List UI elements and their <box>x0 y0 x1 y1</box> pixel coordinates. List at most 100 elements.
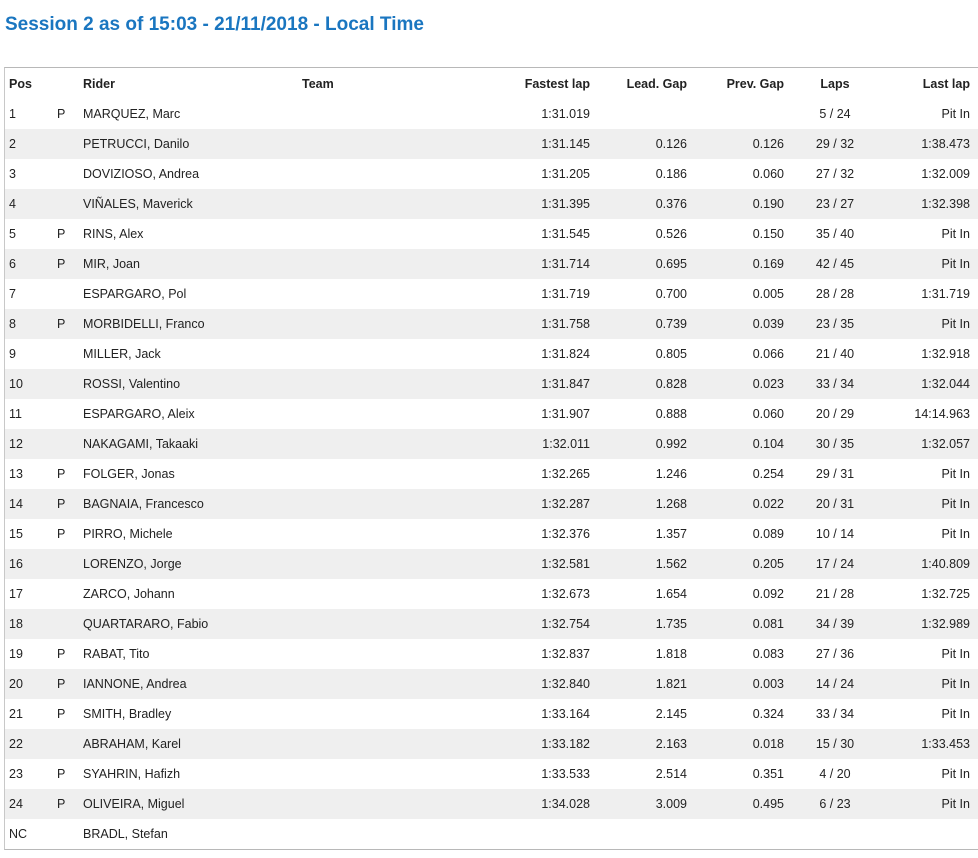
cell-pos: 18 <box>5 609 57 639</box>
cell-fastest-lap: 1:31.019 <box>541 107 590 121</box>
cell-rider: ESPARGARO, Aleix <box>83 407 195 421</box>
cell-pit-flag: P <box>57 467 66 481</box>
cell-last-lap: Pit In <box>941 107 971 121</box>
cell-team <box>302 699 487 729</box>
cell-lead-gap: 0.700 <box>655 287 687 301</box>
cell-pit-flag <box>57 579 83 609</box>
header-fastest-lap: Fastest lap <box>524 76 590 91</box>
cell-team <box>302 819 487 849</box>
results-table-body: 1 P MARQUEZ, Marc 1:31.019 5 / 24 Pit In 2 PETR… <box>5 99 978 849</box>
table-row: 9 MILLER, Jack 1:31.824 0.805 0.066 21 / 40 1:… <box>5 339 978 369</box>
cell-lead-gap: 0.695 <box>590 249 687 279</box>
cell-pos: 21 <box>9 707 23 721</box>
table-row: 24 P OLIVEIRA, Miguel 1:34.028 3.009 0.495 6 /… <box>5 789 978 819</box>
cell-last-lap: 1:32.918 <box>921 347 970 361</box>
cell-pit-flag: P <box>57 227 66 241</box>
cell-prev-gap: 0.018 <box>687 729 784 759</box>
cell-pos: 12 <box>5 429 57 459</box>
cell-pos: 11 <box>9 407 22 421</box>
cell-lead-gap: 0.376 <box>590 189 687 219</box>
cell-pos: 6 <box>5 249 57 279</box>
cell-rider: SMITH, Bradley <box>83 707 172 721</box>
cell-rider: MORBIDELLI, Franco <box>83 309 302 339</box>
cell-team <box>302 279 487 309</box>
cell-fastest-lap: 1:32.011 <box>487 429 590 459</box>
cell-rider: PETRUCCI, Danilo <box>83 129 302 159</box>
cell-pos: 4 <box>5 189 57 219</box>
cell-laps: 5 / 24 <box>819 107 851 121</box>
cell-prev-gap: 0.005 <box>752 287 784 301</box>
table-row: 19 P RABAT, Tito 1:32.837 1.818 0.083 27 / 36 P… <box>5 639 978 669</box>
cell-prev-gap: 0.104 <box>687 429 784 459</box>
cell-lead-gap: 1.268 <box>590 489 687 519</box>
cell-fastest-lap: 1:31.758 <box>487 309 590 339</box>
cell-laps: 20 / 31 <box>784 489 872 519</box>
cell-team <box>302 789 487 819</box>
cell-prev-gap <box>687 819 784 849</box>
cell-pos: 1 <box>9 107 16 121</box>
table-row: 17 ZARCO, Johann 1:32.673 1.654 0.092 21 / 28… <box>5 579 978 609</box>
cell-last-lap: Pit In <box>941 467 971 481</box>
cell-pit-flag: P <box>57 489 83 519</box>
cell-fastest-lap: 1:31.824 <box>541 347 590 361</box>
cell-pos: 7 <box>9 287 16 301</box>
cell-laps: 42 / 45 <box>784 249 872 279</box>
cell-fastest-lap: 1:32.287 <box>487 489 590 519</box>
cell-last-lap: 1:31.719 <box>921 287 970 301</box>
cell-last-lap: Pit In <box>872 309 978 339</box>
cell-laps: 10 / 14 <box>815 527 855 541</box>
cell-pos: 22 <box>5 729 57 759</box>
cell-rider: MIR, Joan <box>83 249 302 279</box>
cell-pit-flag <box>57 189 83 219</box>
cell-rider: RINS, Alex <box>83 227 144 241</box>
cell-rider: ZARCO, Johann <box>83 587 175 601</box>
cell-prev-gap: 0.190 <box>687 189 784 219</box>
table-row: 22 ABRAHAM, Karel 1:33.182 2.163 0.018 15 / 3… <box>5 729 978 759</box>
cell-prev-gap: 0.022 <box>687 489 784 519</box>
cell-team <box>302 129 487 159</box>
cell-last-lap: Pit In <box>941 227 971 241</box>
cell-pit-flag: P <box>57 767 66 781</box>
table-row: 12 NAKAGAMI, Takaaki 1:32.011 0.992 0.104 30 … <box>5 429 978 459</box>
cell-laps: 14 / 24 <box>784 669 872 699</box>
cell-prev-gap: 0.324 <box>752 707 784 721</box>
cell-laps: 15 / 30 <box>784 729 872 759</box>
header-rider: Rider <box>83 76 115 91</box>
cell-fastest-lap: 1:31.719 <box>541 287 590 301</box>
table-row: 23 P SYAHRIN, Hafizh 1:33.533 2.514 0.351 4 / … <box>5 759 978 789</box>
table-row: 21 P SMITH, Bradley 1:33.164 2.145 0.324 33 / … <box>5 699 978 729</box>
cell-prev-gap: 0.039 <box>687 309 784 339</box>
cell-lead-gap <box>590 819 687 849</box>
cell-team <box>302 249 487 279</box>
cell-pos: 16 <box>5 549 57 579</box>
cell-lead-gap: 0.186 <box>655 167 687 181</box>
cell-rider: NAKAGAMI, Takaaki <box>83 429 302 459</box>
cell-lead-gap: 0.828 <box>590 369 687 399</box>
cell-pit-flag <box>57 429 83 459</box>
cell-rider: MILLER, Jack <box>83 347 161 361</box>
cell-pit-flag: P <box>57 107 66 121</box>
cell-lead-gap: 1.818 <box>655 647 687 661</box>
cell-lead-gap: 0.526 <box>655 227 687 241</box>
cell-lead-gap: 2.514 <box>655 767 687 781</box>
cell-pos: 8 <box>5 309 57 339</box>
cell-pit-flag: P <box>57 527 66 541</box>
cell-team <box>302 459 487 489</box>
cell-team <box>302 369 487 399</box>
cell-laps: 27 / 36 <box>815 647 855 661</box>
cell-rider: MARQUEZ, Marc <box>83 107 181 121</box>
cell-last-lap: Pit In <box>872 249 978 279</box>
cell-laps: 30 / 35 <box>784 429 872 459</box>
table-row: 20 P IANNONE, Andrea 1:32.840 1.821 0.003 14 /… <box>5 669 978 699</box>
cell-laps: 17 / 24 <box>784 549 872 579</box>
cell-prev-gap: 0.126 <box>687 129 784 159</box>
cell-rider: ROSSI, Valentino <box>83 369 302 399</box>
cell-fastest-lap: 1:31.907 <box>541 407 590 421</box>
cell-last-lap: 14:14.963 <box>914 407 970 421</box>
header-pos: Pos <box>9 76 32 91</box>
cell-pos: 3 <box>9 167 16 181</box>
cell-team <box>302 429 487 459</box>
cell-last-lap: 1:32.398 <box>872 189 978 219</box>
cell-fastest-lap: 1:31.847 <box>487 369 590 399</box>
cell-laps <box>784 819 872 849</box>
